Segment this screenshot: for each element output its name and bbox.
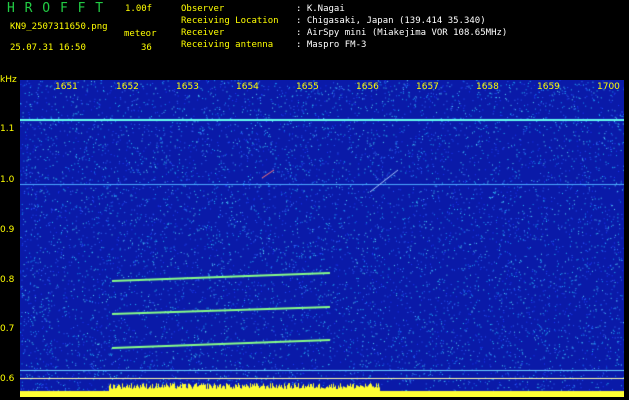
y-tick-label: 0.8 — [0, 275, 15, 285]
info-label-observer: Observer — [181, 4, 225, 14]
meteor-label: meteor — [124, 29, 157, 39]
x-tick-label: 1659 — [537, 82, 560, 92]
info-value-observer: : K.Nagai — [296, 4, 345, 14]
y-tick-label: 0.9 — [0, 225, 15, 235]
y-axis-unit: kHz — [0, 75, 17, 85]
info-value-location: : Chigasaki, Japan (139.414 35.340) — [296, 16, 486, 26]
info-value-receiver: : AirSpy mini (Miakejima VOR 108.65MHz) — [296, 28, 508, 38]
x-tick-label: 1657 — [416, 82, 439, 92]
spectrogram-plot — [20, 80, 624, 397]
x-tick-label: 1656 — [356, 82, 379, 92]
x-tick-label: 1654 — [236, 82, 259, 92]
y-tick-label: 1.0 — [0, 175, 15, 185]
info-label-location: Receiving Location — [181, 16, 279, 26]
y-tick-label: 1.1 — [0, 124, 15, 134]
datetime-label: 25.07.31 16:50 — [10, 43, 86, 53]
x-tick-label: 1653 — [176, 82, 199, 92]
info-value-antenna: : Maspro FM-3 — [296, 40, 367, 50]
x-tick-label: 1658 — [476, 82, 499, 92]
version-label: 1.00f — [125, 4, 153, 14]
info-label-antenna: Receiving antenna — [181, 40, 274, 50]
y-tick-label: 0.7 — [0, 324, 15, 334]
x-tick-label: 1652 — [116, 82, 139, 92]
info-label-receiver: Receiver — [181, 28, 225, 38]
x-tick-label: 1651 — [55, 82, 78, 92]
meteor-count: 36 — [141, 43, 152, 53]
app-logo: H R O F F T — [7, 1, 105, 16]
y-tick-label: 0.6 — [0, 374, 15, 384]
x-tick-label: 1655 — [296, 82, 319, 92]
filename-label: KN9_2507311650.png — [10, 22, 108, 32]
x-tick-label: 1700 — [597, 82, 620, 92]
